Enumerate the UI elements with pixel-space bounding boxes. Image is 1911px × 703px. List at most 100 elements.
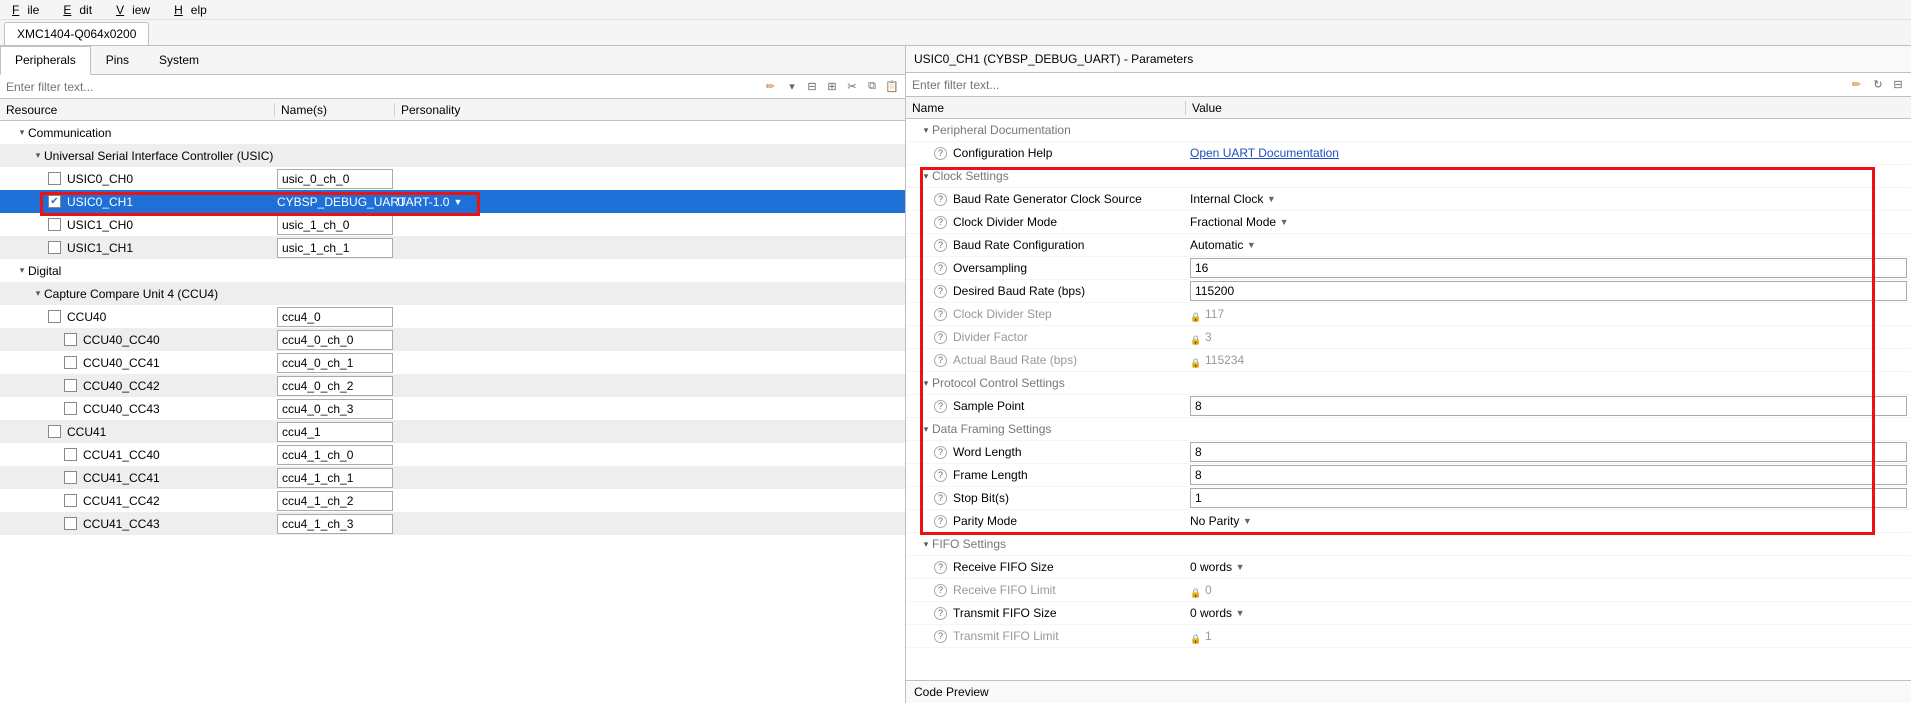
help-icon[interactable]: ? bbox=[934, 354, 947, 367]
checkbox[interactable] bbox=[64, 494, 77, 507]
help-icon[interactable]: ? bbox=[934, 193, 947, 206]
param-group[interactable]: ▾Protocol Control Settings bbox=[906, 372, 1911, 395]
chevron-down-icon[interactable]: ▼ bbox=[1243, 240, 1259, 250]
tree-item[interactable]: CCU40_CC42 bbox=[0, 374, 905, 397]
param-group[interactable]: ▾FIFO Settings bbox=[906, 533, 1911, 556]
name-input[interactable] bbox=[277, 422, 393, 442]
copy-icon[interactable]: ⧉ bbox=[865, 80, 879, 94]
menu-edit[interactable]: Edit bbox=[55, 1, 108, 19]
header-param-name[interactable]: Name bbox=[906, 101, 1186, 115]
tree-item[interactable]: CCU40_CC41 bbox=[0, 351, 905, 374]
checkbox[interactable] bbox=[48, 310, 61, 323]
expander-icon[interactable]: ▾ bbox=[920, 378, 932, 389]
expander-icon[interactable]: ▾ bbox=[32, 288, 44, 299]
name-input[interactable] bbox=[277, 307, 393, 327]
param-value[interactable]: Open UART Documentation bbox=[1190, 146, 1339, 160]
tree-item[interactable]: CCU41_CC42 bbox=[0, 489, 905, 512]
chevron-down-icon[interactable]: ▼ bbox=[1232, 608, 1248, 618]
param-group[interactable]: ▾Peripheral Documentation bbox=[906, 119, 1911, 142]
tab-peripherals[interactable]: Peripherals bbox=[0, 46, 91, 75]
help-icon[interactable]: ? bbox=[934, 239, 947, 252]
help-icon[interactable]: ? bbox=[934, 515, 947, 528]
refresh-icon[interactable]: ↻ bbox=[1871, 78, 1885, 92]
expander-icon[interactable]: ▾ bbox=[920, 424, 932, 435]
checkbox[interactable] bbox=[48, 172, 61, 185]
menu-file[interactable]: File bbox=[4, 1, 55, 19]
header-param-value[interactable]: Value bbox=[1186, 101, 1911, 115]
name-input[interactable] bbox=[277, 491, 393, 511]
help-icon[interactable]: ? bbox=[934, 331, 947, 344]
paste-icon[interactable]: 📋 bbox=[885, 80, 899, 94]
tree-group[interactable]: ▾Communication bbox=[0, 121, 905, 144]
param-group[interactable]: ▾Data Framing Settings bbox=[906, 418, 1911, 441]
name-input[interactable] bbox=[277, 215, 393, 235]
tree-group[interactable]: ▾Universal Serial Interface Controller (… bbox=[0, 144, 905, 167]
help-icon[interactable]: ? bbox=[934, 469, 947, 482]
chevron-down-icon[interactable]: ▼ bbox=[1263, 194, 1279, 204]
help-icon[interactable]: ? bbox=[934, 308, 947, 321]
filter-input[interactable] bbox=[0, 76, 762, 98]
eraser-icon[interactable]: ✏ bbox=[1848, 78, 1865, 91]
cut-icon[interactable]: ✂ bbox=[845, 80, 859, 94]
tab-system[interactable]: System bbox=[144, 46, 214, 74]
checkbox[interactable] bbox=[48, 241, 61, 254]
help-icon[interactable]: ? bbox=[934, 492, 947, 505]
checkbox[interactable]: ✔ bbox=[48, 195, 61, 208]
tree-item[interactable]: USIC1_CH1 bbox=[0, 236, 905, 259]
param-filter-input[interactable] bbox=[906, 74, 1848, 96]
help-icon[interactable]: ? bbox=[934, 561, 947, 574]
expand-icon[interactable]: ⊞ bbox=[825, 80, 839, 94]
checkbox[interactable] bbox=[48, 218, 61, 231]
tree-item[interactable]: ✔USIC0_CH1CYBSP_DEBUG_UARTUART-1.0▼ bbox=[0, 190, 905, 213]
name-input[interactable] bbox=[277, 169, 393, 189]
filter-icon[interactable]: ▾ bbox=[785, 80, 799, 94]
tree-item[interactable]: CCU41 bbox=[0, 420, 905, 443]
param-input[interactable] bbox=[1190, 442, 1907, 462]
help-icon[interactable]: ? bbox=[934, 446, 947, 459]
name-input[interactable] bbox=[277, 238, 393, 258]
menu-help[interactable]: Help bbox=[166, 1, 223, 19]
name-input[interactable] bbox=[277, 353, 393, 373]
expander-icon[interactable]: ▾ bbox=[920, 539, 932, 550]
header-resource[interactable]: Resource bbox=[0, 103, 275, 117]
parameters-tree[interactable]: ▾Peripheral Documentation?Configuration … bbox=[906, 119, 1911, 680]
name-input[interactable] bbox=[277, 376, 393, 396]
tree-item[interactable]: CCU40_CC43 bbox=[0, 397, 905, 420]
tree-group[interactable]: ▾Digital bbox=[0, 259, 905, 282]
resource-tree[interactable]: ▾Communication▾Universal Serial Interfac… bbox=[0, 121, 905, 703]
tree-item[interactable]: CCU41_CC43 bbox=[0, 512, 905, 535]
tree-item[interactable]: CCU41_CC40 bbox=[0, 443, 905, 466]
expander-icon[interactable]: ▾ bbox=[32, 150, 44, 161]
tree-item[interactable]: CCU40 bbox=[0, 305, 905, 328]
tree-item[interactable]: USIC1_CH0 bbox=[0, 213, 905, 236]
collapse-icon[interactable]: ⊟ bbox=[805, 80, 819, 94]
help-icon[interactable]: ? bbox=[934, 607, 947, 620]
param-input[interactable] bbox=[1190, 488, 1907, 508]
param-input[interactable] bbox=[1190, 258, 1907, 278]
checkbox[interactable] bbox=[64, 356, 77, 369]
param-input[interactable] bbox=[1190, 465, 1907, 485]
checkbox[interactable] bbox=[64, 333, 77, 346]
param-group[interactable]: ▾Clock Settings bbox=[906, 165, 1911, 188]
checkbox[interactable] bbox=[64, 448, 77, 461]
tree-item[interactable]: CCU40_CC40 bbox=[0, 328, 905, 351]
expander-icon[interactable]: ▾ bbox=[16, 127, 28, 138]
tree-item[interactable]: CCU41_CC41 bbox=[0, 466, 905, 489]
chevron-down-icon[interactable]: ▼ bbox=[1232, 562, 1248, 572]
param-input[interactable] bbox=[1190, 281, 1907, 301]
tree-item[interactable]: USIC0_CH0 bbox=[0, 167, 905, 190]
chevron-down-icon[interactable]: ▼ bbox=[453, 197, 462, 207]
tab-pins[interactable]: Pins bbox=[91, 46, 144, 74]
chevron-down-icon[interactable]: ▼ bbox=[1239, 516, 1255, 526]
header-names[interactable]: Name(s) bbox=[275, 103, 395, 117]
name-input[interactable] bbox=[277, 330, 393, 350]
help-icon[interactable]: ? bbox=[934, 285, 947, 298]
tree-group[interactable]: ▾Capture Compare Unit 4 (CCU4) bbox=[0, 282, 905, 305]
device-tab[interactable]: XMC1404-Q064x0200 bbox=[4, 22, 149, 45]
chevron-down-icon[interactable]: ▼ bbox=[1276, 217, 1292, 227]
header-personality[interactable]: Personality bbox=[395, 103, 905, 117]
help-icon[interactable]: ? bbox=[934, 262, 947, 275]
checkbox[interactable] bbox=[64, 402, 77, 415]
checkbox[interactable] bbox=[48, 425, 61, 438]
help-icon[interactable]: ? bbox=[934, 584, 947, 597]
